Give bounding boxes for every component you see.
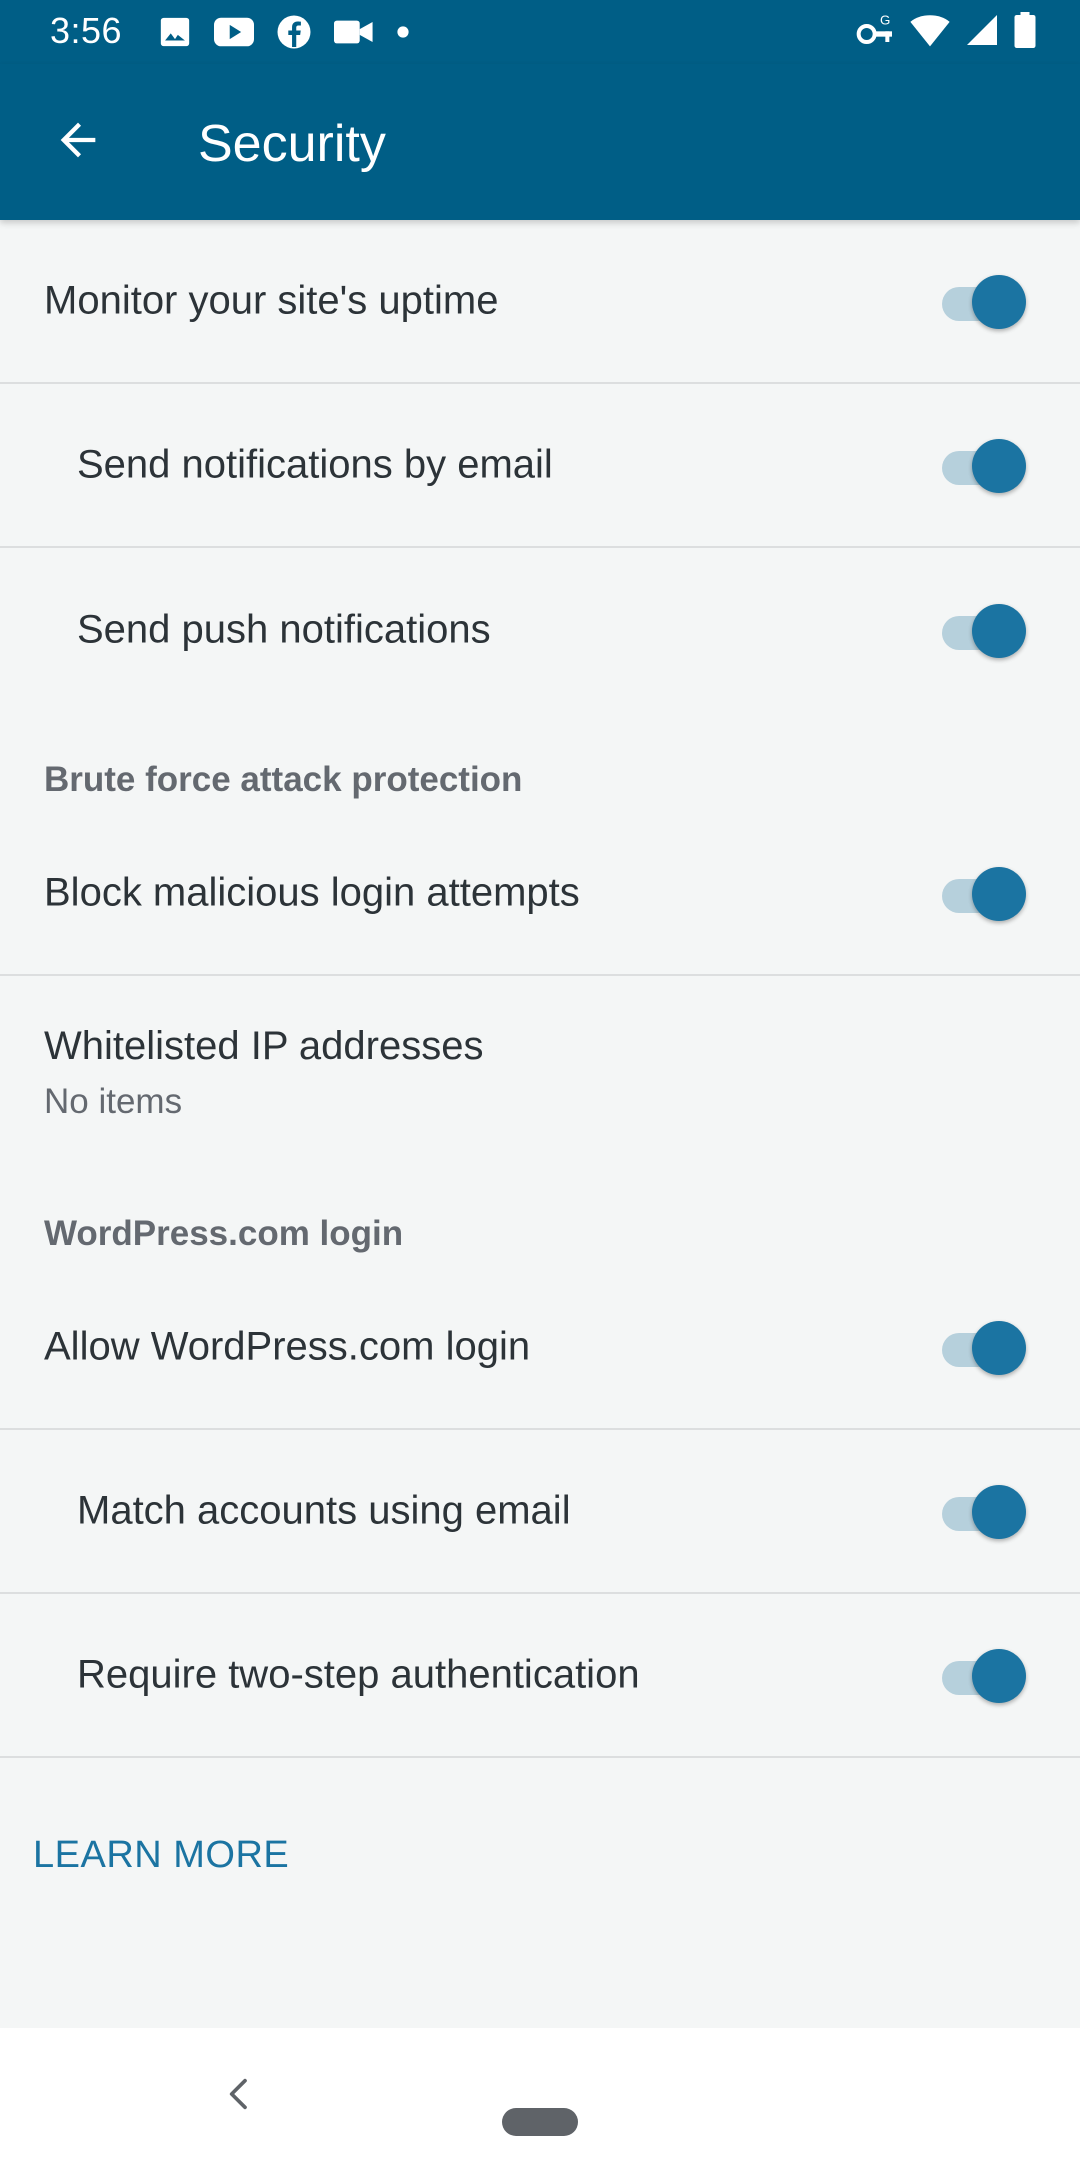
system-icons: G	[856, 12, 1036, 48]
monitor-uptime-toggle[interactable]	[936, 273, 1026, 329]
settings-list: Monitor your site's uptime Send notifica…	[0, 220, 1080, 1758]
monitor-uptime-row[interactable]: Monitor your site's uptime	[0, 220, 1080, 384]
svg-text:G: G	[880, 13, 890, 28]
whitelisted-ip-row[interactable]: Whitelisted IP addresses No items	[0, 976, 1080, 1166]
arrow-back-icon	[52, 114, 104, 171]
email-notifications-label: Send notifications by email	[77, 442, 553, 487]
push-notifications-row[interactable]: Send push notifications	[0, 548, 1080, 712]
two-step-auth-row[interactable]: Require two-step authentication	[0, 1594, 1080, 1758]
block-malicious-label: Block malicious login attempts	[44, 870, 580, 915]
allow-wpcom-login-row[interactable]: Allow WordPress.com login	[0, 1266, 1080, 1430]
two-step-auth-toggle[interactable]	[936, 1647, 1026, 1703]
whitelisted-ip-sublabel: No items	[44, 1082, 183, 1121]
wpcom-login-section-header: WordPress.com login	[0, 1166, 1080, 1266]
brute-force-header-text: Brute force attack protection	[44, 760, 523, 799]
nav-back-icon[interactable]	[220, 2074, 260, 2114]
email-notifications-toggle[interactable]	[936, 437, 1026, 493]
image-icon	[158, 15, 192, 49]
status-bar: 3:56 G	[0, 0, 1080, 64]
facebook-icon	[276, 14, 312, 50]
wpcom-header-text: WordPress.com login	[44, 1214, 404, 1253]
learn-more-link[interactable]: LEARN MORE	[33, 1834, 289, 1877]
youtube-icon	[214, 17, 254, 47]
page-title: Security	[198, 115, 386, 173]
block-malicious-row[interactable]: Block malicious login attempts	[0, 812, 1080, 976]
nav-home-pill[interactable]	[502, 2108, 578, 2136]
brute-force-section-header: Brute force attack protection	[0, 712, 1080, 812]
push-notifications-toggle[interactable]	[936, 602, 1026, 658]
cell-signal-icon	[964, 12, 1000, 48]
block-malicious-toggle[interactable]	[936, 865, 1026, 921]
match-accounts-label: Match accounts using email	[77, 1488, 571, 1533]
email-notifications-row[interactable]: Send notifications by email	[0, 384, 1080, 548]
vpn-key-icon: G	[856, 12, 896, 48]
allow-wpcom-login-label: Allow WordPress.com login	[44, 1324, 531, 1369]
app-bar: Security	[0, 64, 1080, 220]
two-step-auth-label: Require two-step authentication	[77, 1652, 640, 1697]
allow-wpcom-login-toggle[interactable]	[936, 1319, 1026, 1375]
whitelisted-ip-label: Whitelisted IP addresses	[44, 1024, 484, 1068]
status-time: 3:56	[50, 10, 123, 51]
system-nav-bar	[0, 2028, 1080, 2160]
video-icon	[334, 17, 374, 47]
wifi-icon	[910, 12, 950, 48]
dot-icon	[396, 25, 410, 39]
notification-icons	[158, 14, 410, 50]
match-accounts-toggle[interactable]	[936, 1483, 1026, 1539]
push-notifications-label: Send push notifications	[77, 607, 491, 652]
match-accounts-row[interactable]: Match accounts using email	[0, 1430, 1080, 1594]
monitor-uptime-label: Monitor your site's uptime	[44, 278, 499, 323]
back-button[interactable]	[44, 108, 112, 176]
battery-icon	[1014, 12, 1036, 48]
